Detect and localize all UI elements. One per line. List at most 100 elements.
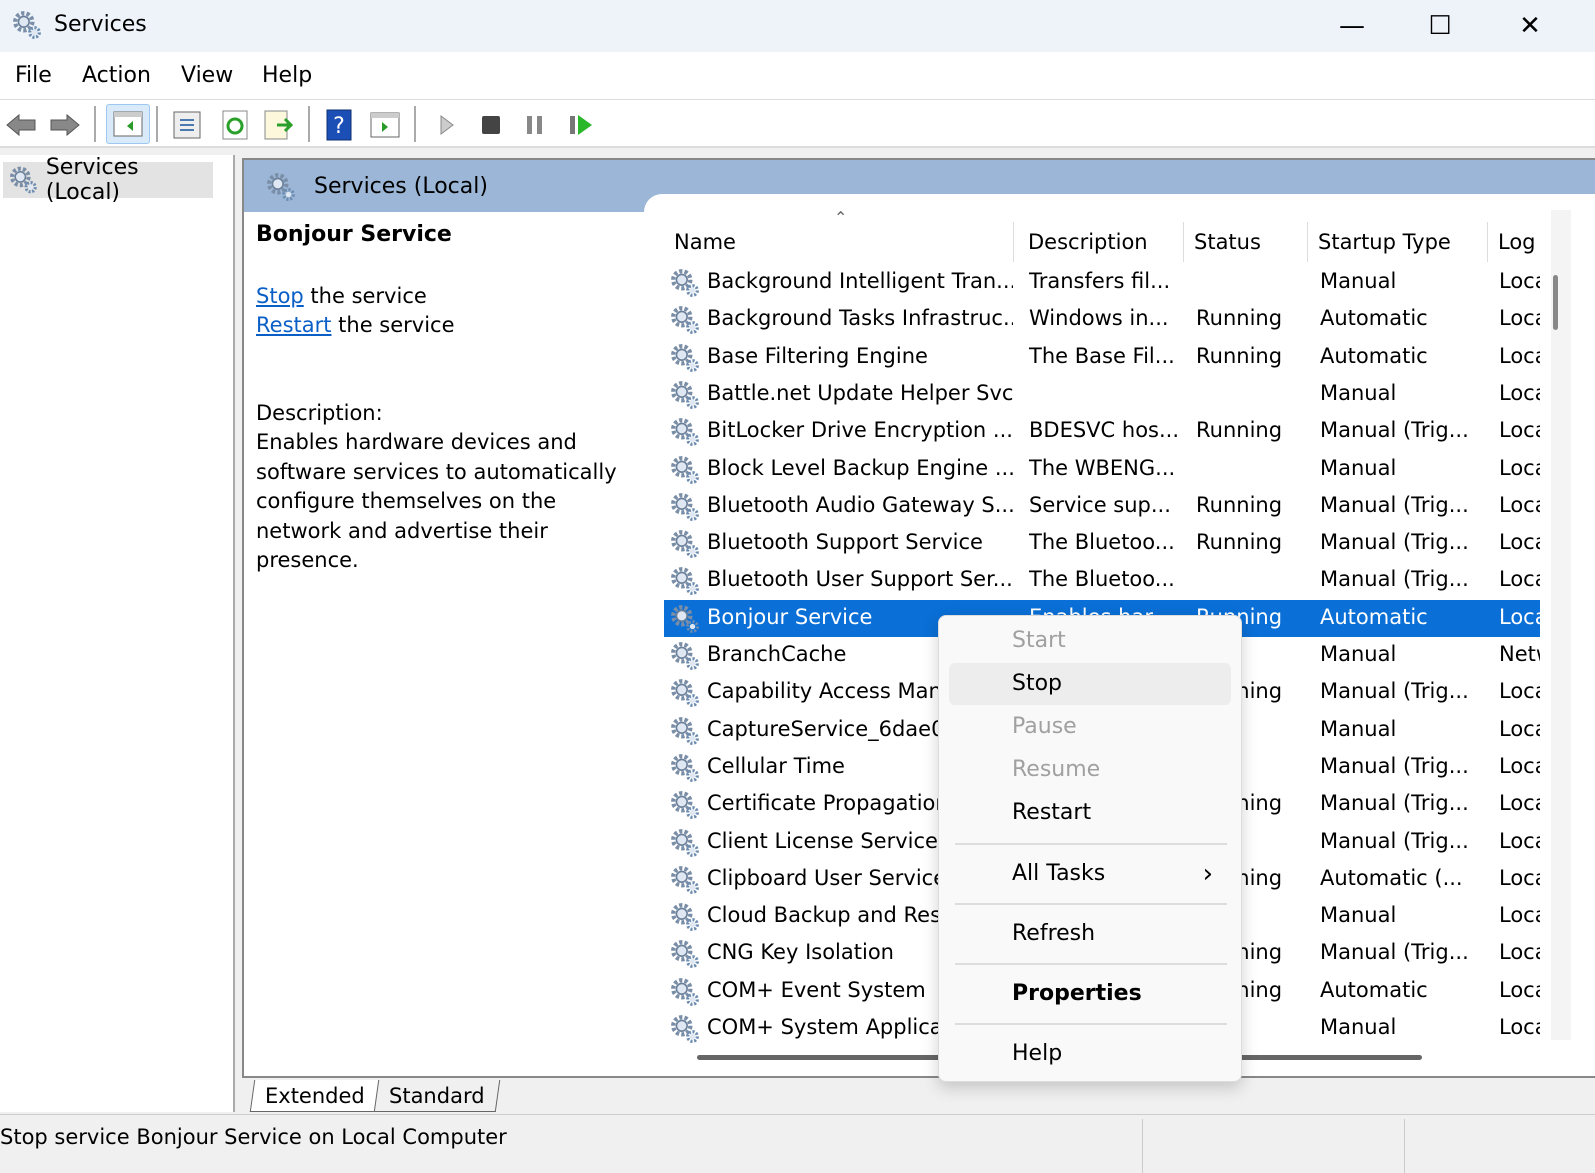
service-description: Transfers fil... <box>1029 269 1171 293</box>
status-divider <box>1142 1119 1143 1173</box>
menu-item-label: Refresh <box>1012 921 1096 946</box>
context-menu-item-help[interactable]: Help <box>949 1033 1231 1075</box>
gear-icon <box>670 417 700 447</box>
menu-action[interactable]: Action <box>82 63 151 88</box>
service-startup-type: Automatic <box>1320 604 1428 629</box>
table-row[interactable]: BitLocker Drive Encryption ... BDESVC ho… <box>664 413 1540 450</box>
column-header-log-on-as[interactable]: Log <box>1488 222 1544 262</box>
service-log-on-as: Loca <box>1499 306 1540 331</box>
gear-icon <box>670 902 700 932</box>
back-icon[interactable] <box>4 108 38 142</box>
gear-icon <box>670 492 700 522</box>
menu-separator <box>955 963 1227 965</box>
minimize-button[interactable]: — <box>1322 6 1382 46</box>
menu-separator <box>955 903 1227 905</box>
service-log-on-as: Loca <box>1499 530 1540 555</box>
banner-title: Services (Local) <box>314 174 488 199</box>
service-log-on-as: Loca <box>1499 380 1540 405</box>
service-startup-type: Manual <box>1320 455 1397 480</box>
table-row[interactable]: Background Intelligent Tran... Transfers… <box>664 264 1540 301</box>
gear-icon <box>670 939 700 969</box>
service-startup-type: Manual <box>1320 903 1397 928</box>
menu-item-label: Properties <box>1012 981 1142 1006</box>
service-startup-type: Manual (Trig... <box>1320 679 1469 704</box>
stop-service-link[interactable]: Stop <box>256 284 304 308</box>
gear-icon <box>670 380 700 410</box>
service-name: Bluetooth Audio Gateway S... <box>707 492 1013 517</box>
context-menu-item-all-tasks[interactable]: All Tasks › <box>949 853 1231 895</box>
toolbar-separator <box>308 106 310 142</box>
tree-node-services-local[interactable]: Services (Local) <box>3 155 213 205</box>
gear-icon <box>670 566 700 596</box>
gear-icon <box>670 790 700 820</box>
export-list-icon[interactable] <box>262 108 296 142</box>
service-name: Block Level Backup Engine ... <box>707 455 1013 480</box>
restart-service-icon[interactable] <box>564 108 598 142</box>
close-button[interactable]: ✕ <box>1500 6 1560 46</box>
table-row[interactable]: Bluetooth Audio Gateway S... Service sup… <box>664 488 1540 525</box>
table-row[interactable]: Background Tasks Infrastruc... Windows i… <box>664 301 1540 338</box>
maximize-button[interactable]: ☐ <box>1410 6 1470 46</box>
vertical-scrollbar-thumb[interactable] <box>1553 275 1558 330</box>
service-name: Bluetooth Support Service <box>707 530 983 555</box>
column-header-description[interactable]: Description <box>1018 222 1184 262</box>
refresh-icon[interactable] <box>218 108 252 142</box>
gear-icon <box>670 641 700 671</box>
context-menu-item-start: Start <box>949 620 1231 662</box>
context-menu: Start Stop Pause Resume Restart All Tasks › Ref… <box>938 615 1242 1082</box>
tab-standard[interactable]: Standard <box>373 1080 500 1112</box>
context-menu-item-restart[interactable]: Restart <box>949 792 1231 834</box>
menu-separator <box>955 1023 1227 1025</box>
toolbar-separator <box>94 106 96 142</box>
show-hide-console-tree-icon[interactable] <box>106 104 150 144</box>
service-name: BitLocker Drive Encryption ... <box>707 418 1013 443</box>
service-detail: Bonjour Service Stop the service Restart… <box>256 220 646 576</box>
service-startup-type: Manual (Trig... <box>1320 828 1469 853</box>
service-startup-type: Manual (Trig... <box>1320 567 1469 592</box>
action-pane-icon[interactable] <box>368 108 402 142</box>
start-service-icon[interactable] <box>430 108 464 142</box>
help-icon[interactable]: ? <box>322 108 356 142</box>
menu-view[interactable]: View <box>181 63 233 88</box>
table-row[interactable]: Bluetooth Support Service The Bluetoo...… <box>664 525 1540 562</box>
column-header-startup-type[interactable]: Startup Type <box>1308 222 1488 262</box>
restart-link-suffix: the service <box>331 313 455 337</box>
service-log-on-as: Loca <box>1499 679 1540 704</box>
column-header-status[interactable]: Status <box>1184 222 1308 262</box>
pause-service-icon[interactable] <box>518 108 552 142</box>
gear-icon <box>670 1014 700 1044</box>
properties-icon[interactable] <box>170 108 204 142</box>
service-startup-type: Manual (Trig... <box>1320 753 1469 778</box>
menu-bar: File Action View Help <box>0 52 1595 100</box>
vertical-scrollbar[interactable] <box>1551 210 1571 1040</box>
service-log-on-as: Loca <box>1499 865 1540 890</box>
table-row[interactable]: Battle.net Update Helper Svc Manual Loca <box>664 376 1540 413</box>
gear-icon <box>670 268 700 298</box>
context-menu-item-properties[interactable]: Properties <box>949 973 1231 1015</box>
table-row[interactable]: Base Filtering Engine The Base Fil... Ru… <box>664 339 1540 376</box>
service-log-on-as: Netw <box>1499 642 1540 666</box>
description-text: Enables hardware devices and software se… <box>256 430 617 572</box>
service-startup-type: Manual (Trig... <box>1320 791 1469 816</box>
service-log-on-as: Loca <box>1499 828 1540 853</box>
table-row[interactable]: Bluetooth User Support Ser... The Blueto… <box>664 562 1540 599</box>
tab-extended[interactable]: Extended <box>249 1080 380 1112</box>
service-log-on-as: Loca <box>1499 455 1540 480</box>
service-log-on-as: Loca <box>1499 1015 1540 1039</box>
table-row[interactable]: Block Level Backup Engine ... The WBENG.… <box>664 451 1540 488</box>
service-log-on-as: Loca <box>1499 791 1540 816</box>
service-description: The Bluetoo... <box>1029 530 1175 555</box>
service-name: Base Filtering Engine <box>707 343 928 368</box>
stop-service-icon[interactable] <box>474 108 508 142</box>
restart-service-link[interactable]: Restart <box>256 313 331 337</box>
forward-icon[interactable] <box>48 108 82 142</box>
tab-label: Extended <box>265 1084 365 1108</box>
menu-file[interactable]: File <box>15 63 52 88</box>
menu-help[interactable]: Help <box>262 63 312 88</box>
service-log-on-as: Loca <box>1499 343 1540 368</box>
context-menu-item-stop[interactable]: Stop <box>949 663 1231 705</box>
context-menu-item-refresh[interactable]: Refresh <box>949 913 1231 955</box>
gear-icon <box>9 165 38 195</box>
column-header-name[interactable]: Name <box>664 222 1014 262</box>
service-status: Running <box>1196 418 1283 443</box>
